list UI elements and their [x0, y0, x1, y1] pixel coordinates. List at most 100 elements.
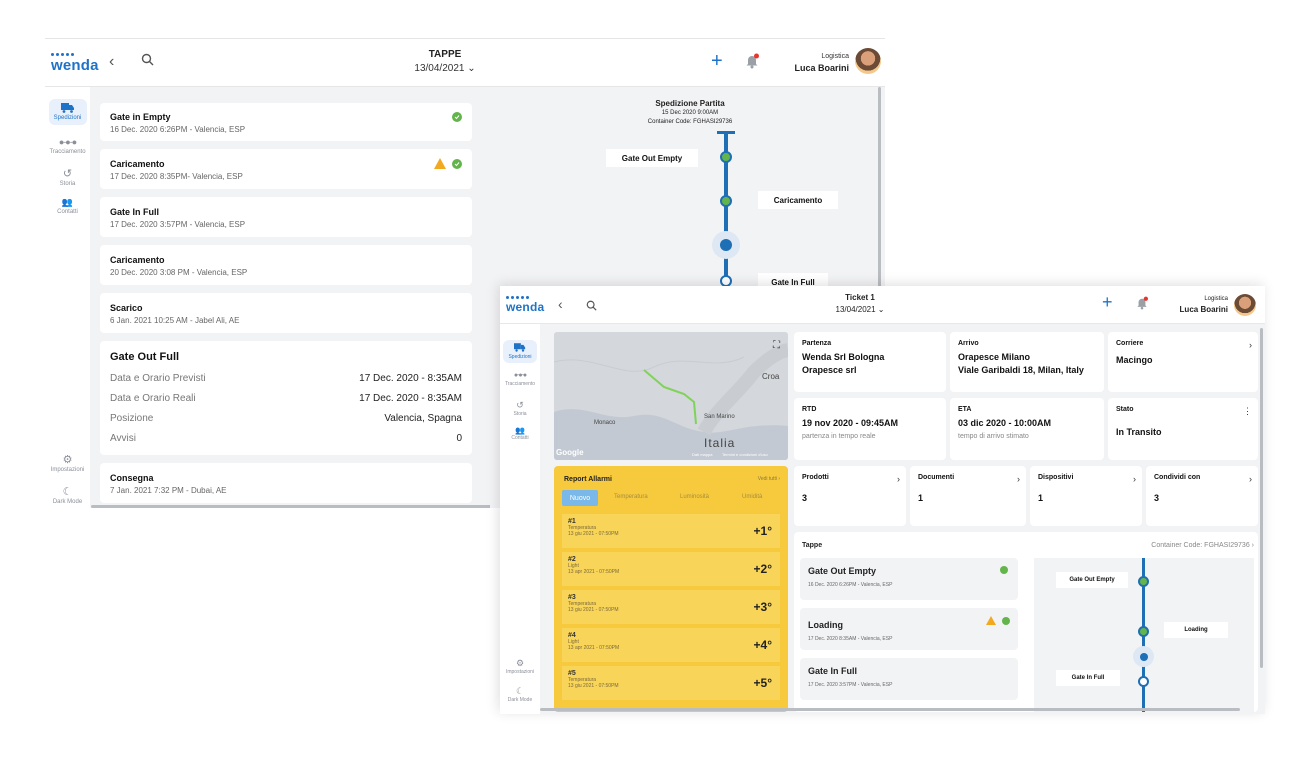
- view-all-link[interactable]: Vedi tutti ›: [758, 476, 780, 482]
- sidebar-item-storia[interactable]: ↺ Storia: [45, 167, 90, 187]
- tappe-container-code[interactable]: Container Code: FGHASI29736 ›: [1151, 542, 1254, 549]
- route-icon: ●-●-●: [513, 372, 527, 379]
- search-icon[interactable]: [586, 298, 597, 316]
- wenda-logo[interactable]: wenda: [51, 53, 99, 74]
- horizontal-scrollbar[interactable]: [540, 708, 1240, 711]
- dispositivi-card[interactable]: Dispositivi 1 ›: [1030, 466, 1142, 526]
- step-card[interactable]: Caricamento 17 Dec. 2020 8:35PM- Valenci…: [100, 149, 472, 189]
- step-subtitle: 16 Dec. 2020 6:26PM - Valencia, ESP: [808, 582, 893, 588]
- sidebar-item-tracciamento[interactable]: ●-●-● Tracciamento: [45, 137, 90, 155]
- prodotti-card[interactable]: Prodotti 3 ›: [794, 466, 906, 526]
- map-attribution-data[interactable]: Dati mappa: [692, 452, 712, 457]
- timeline-container-code: Container Code: FGHASI29736: [647, 119, 733, 125]
- partenza-card[interactable]: Partenza Wenda Srl Bologna Orapesce srl: [794, 332, 946, 392]
- back-icon[interactable]: ‹: [558, 296, 563, 312]
- step-card[interactable]: Gate Out Empty 16 Dec. 2020 6:26PM - Val…: [800, 558, 1018, 600]
- sidebar-label: Dark Mode: [52, 499, 83, 505]
- date-selector[interactable]: 13/04/2021 ⌄: [385, 63, 505, 74]
- detail-value: 0: [456, 433, 462, 444]
- info-label: Stato: [1116, 406, 1134, 413]
- vertical-scrollbar[interactable]: [878, 87, 881, 297]
- documenti-card[interactable]: Documenti 1 ›: [910, 466, 1026, 526]
- sidebar-item-dark-mode[interactable]: ☾ Dark Mode: [45, 485, 90, 505]
- detail-row: Avvisi 0: [110, 433, 462, 444]
- sidebar-item-storia[interactable]: ↺ Storia: [500, 400, 540, 417]
- avatar[interactable]: [855, 48, 881, 74]
- step-subtitle: 17 Dec. 2020 3:57PM - Valencia, ESP: [808, 682, 893, 688]
- map-attribution-terms[interactable]: Termini e condizioni d'uso: [722, 452, 768, 457]
- stato-card[interactable]: Stato In Transito ⋮: [1108, 398, 1258, 460]
- add-icon[interactable]: +: [711, 50, 723, 73]
- alarm-item[interactable]: #5 Temperatura 13 giu 2021 - 07:50PM +5°: [562, 666, 780, 700]
- route-map[interactable]: Monaco San Marino Italia Croa Google Dat…: [554, 332, 788, 460]
- sidebar-label: Spedizioni: [508, 354, 532, 360]
- map-label: Croa: [762, 372, 780, 381]
- map-label: San Marino: [704, 414, 735, 420]
- step-card[interactable]: Gate in Empty 16 Dec. 2020 6:26PM - Vale…: [100, 103, 472, 141]
- avatar[interactable]: [1234, 294, 1256, 316]
- date-selector[interactable]: 13/04/2021 ⌄: [810, 305, 910, 314]
- alarm-tab-light[interactable]: Luminosità: [680, 494, 709, 500]
- step-subtitle: 17 Dec. 2020 3:57PM - Valencia, ESP: [110, 220, 246, 229]
- sidebar-item-tracciamento[interactable]: ●-●-● Tracciamento: [500, 372, 540, 387]
- fullscreen-icon[interactable]: ⛶: [773, 340, 780, 351]
- sidebar-item-spedizioni[interactable]: Spedizioni: [500, 340, 540, 363]
- alarm-tab-humidity[interactable]: Umidità: [742, 494, 762, 500]
- alarm-item[interactable]: #4 Light 13 apr 2021 - 07:50PM +4°: [562, 628, 780, 662]
- user-name: Luca Boarini: [1179, 305, 1228, 314]
- sidebar-item-impostazioni[interactable]: ⚙ Impostazioni: [45, 453, 90, 473]
- corriere-card[interactable]: Corriere Macingo ›: [1108, 332, 1258, 392]
- search-icon[interactable]: [141, 53, 154, 71]
- alarm-value: +5°: [753, 676, 772, 690]
- map-graphic: [554, 332, 788, 460]
- alarm-tab-new[interactable]: Nuovo: [562, 490, 598, 506]
- alarm-item[interactable]: #1 Temperatura 13 giu 2021 - 07:50PM +1°: [562, 514, 780, 548]
- step-card[interactable]: Consegna 7 Jan. 2021 7:32 PM - Dubai, AE: [100, 463, 472, 503]
- expanded-step-title: Gate Out Full: [110, 351, 180, 363]
- sidebar-item-spedizioni[interactable]: Spedizioni: [45, 99, 90, 125]
- bell-icon[interactable]: [745, 53, 759, 74]
- sidebar-label: Spedizioni: [53, 115, 82, 121]
- step-card[interactable]: Scarico 6 Jan. 2021 10:25 AM - Jabel Ali…: [100, 293, 472, 333]
- condividi-card[interactable]: Condividi con 3 ›: [1146, 466, 1258, 526]
- alarm-title: Report Allarmi: [564, 476, 612, 483]
- alarm-item[interactable]: #3 Temperatura 13 giu 2021 - 07:50PM +3°: [562, 590, 780, 624]
- timeline-header: Spedizione Partita: [655, 99, 725, 108]
- sidebar-label: Storia: [59, 181, 76, 187]
- vertical-scrollbar[interactable]: [1260, 328, 1263, 668]
- step-card[interactable]: Gate In Full 17 Dec. 2020 3:57PM - Valen…: [100, 197, 472, 237]
- step-title: Consegna: [110, 473, 154, 483]
- history-icon: ↺: [516, 400, 524, 410]
- arrivo-card[interactable]: Arrivo Orapesce Milano Viale Garibaldi 1…: [950, 332, 1104, 392]
- sidebar-item-contatti[interactable]: 👥 Contatti: [500, 426, 540, 441]
- info-value: Orapesce Milano: [958, 352, 1031, 362]
- alarm-id: #1: [568, 518, 576, 525]
- sidebar-item-impostazioni[interactable]: ⚙ Impostazioni: [500, 658, 540, 675]
- step-title: Scarico: [110, 303, 143, 313]
- alarm-id: #4: [568, 632, 576, 639]
- counter-label: Condividi con: [1154, 474, 1201, 481]
- back-icon[interactable]: ‹: [109, 53, 114, 71]
- step-card[interactable]: Caricamento 20 Dec. 2020 3:08 PM - Valen…: [100, 245, 472, 285]
- wenda-logo[interactable]: wenda: [506, 296, 544, 314]
- more-icon[interactable]: ⋮: [1243, 406, 1252, 417]
- rtd-card[interactable]: RTD 19 nov 2020 - 09:45AM partenza in te…: [794, 398, 946, 460]
- step-subtitle: 16 Dec. 2020 6:26PM - Valencia, ESP: [110, 125, 246, 134]
- expanded-step-card[interactable]: Gate Out Full Data e Orario Previsti 17 …: [100, 341, 472, 455]
- alarm-item[interactable]: #2 Light 13 apr 2021 - 07:50PM +2°: [562, 552, 780, 586]
- step-card[interactable]: Gate In Full 17 Dec. 2020 3:57PM - Valen…: [800, 658, 1018, 700]
- chevron-right-icon: ›: [897, 474, 900, 484]
- gear-icon: ⚙: [62, 454, 73, 466]
- horizontal-scrollbar[interactable]: [91, 505, 511, 508]
- moon-icon: ☾: [62, 486, 73, 498]
- alarm-value: +3°: [753, 600, 772, 614]
- bell-icon[interactable]: [1136, 296, 1148, 315]
- sidebar-item-dark-mode[interactable]: ☾ Dark Mode: [500, 686, 540, 703]
- eta-card[interactable]: ETA 03 dic 2020 - 10:00AM tempo di arriv…: [950, 398, 1104, 460]
- chevron-right-icon: ›: [1249, 340, 1252, 350]
- add-icon[interactable]: +: [1102, 292, 1113, 313]
- sidebar-item-contatti[interactable]: 👥 Contatti: [45, 197, 90, 215]
- step-card[interactable]: Loading 17 Dec. 2020 8:35AM - Valencia, …: [800, 608, 1018, 650]
- step-subtitle: 20 Dec. 2020 3:08 PM - Valencia, ESP: [110, 268, 248, 277]
- alarm-tab-temperature[interactable]: Temperatura: [614, 494, 648, 500]
